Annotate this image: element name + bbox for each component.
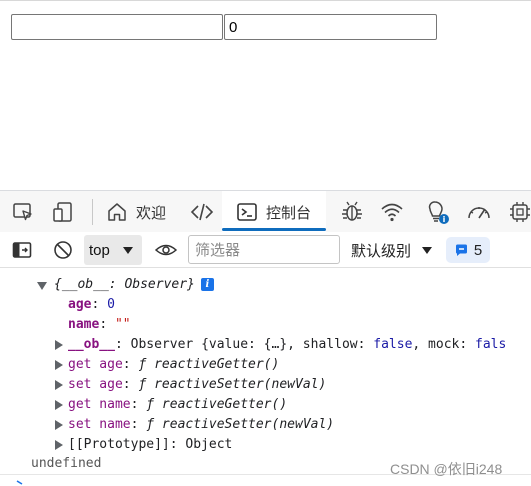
accessor-function: ƒ reactiveGetter() (138, 357, 280, 372)
gauge-icon[interactable] (466, 200, 492, 224)
accessor-kind: set name (68, 417, 131, 432)
page-content (0, 0, 531, 190)
console-output: {__ob__: Observer} i age: 0 name: "" __ob… (0, 268, 531, 486)
result-undefined: undefined (31, 456, 102, 471)
clear-console-icon[interactable] (53, 240, 73, 260)
expand-triangle-open[interactable] (37, 282, 47, 290)
tab-elements[interactable] (190, 191, 214, 233)
accessor-function: ƒ reactiveSetter(newVal) (138, 377, 327, 392)
prompt-chevron-icon (16, 480, 23, 485)
object-header-row[interactable]: {__ob__: Observer} i (54, 275, 214, 295)
ob-mock-value: fals (475, 337, 507, 352)
code-brackets-icon (190, 203, 214, 221)
number-input-2[interactable] (224, 14, 437, 40)
issues-counter-button[interactable]: 5 (446, 237, 490, 263)
property-value: 0 (107, 297, 115, 312)
expand-triangle-closed[interactable] (55, 400, 63, 410)
tab-console[interactable]: 控制台 (222, 191, 326, 233)
context-selector-value: top (89, 241, 110, 259)
tab-welcome-label: 欢迎 (136, 204, 167, 222)
sidebar-toggle-icon[interactable] (12, 240, 32, 260)
bug-icon[interactable] (340, 200, 364, 224)
inspect-element-icon[interactable] (12, 201, 34, 223)
ob-mock-label: , mock: (412, 337, 476, 352)
ob-shallow-value: false (373, 337, 413, 352)
issues-count: 5 (473, 241, 483, 259)
accessor-function: ƒ reactiveSetter(newVal) (146, 417, 335, 432)
accessor-kind: get name (68, 397, 131, 412)
filter-placeholder: 筛选器 (195, 242, 241, 259)
property-value: "" (114, 317, 131, 332)
accessor-kind: get age (68, 357, 123, 372)
property-row-name: name: "" (68, 317, 131, 332)
prototype-row[interactable]: [[Prototype]]: Object (68, 435, 232, 455)
expand-triangle-closed[interactable] (55, 380, 63, 390)
message-bubble-icon (455, 244, 467, 256)
device-emulation-icon[interactable] (52, 201, 74, 223)
context-selector[interactable]: top (84, 235, 142, 265)
toolbar-divider (92, 199, 93, 225)
property-key: name (68, 317, 100, 332)
eye-live-expression-icon[interactable] (155, 240, 177, 260)
filter-input[interactable]: 筛选器 (188, 235, 340, 264)
expand-triangle-closed[interactable] (55, 440, 63, 450)
ob-value-prefix: Observer {value: {…}, shallow: (130, 337, 374, 352)
expand-triangle-closed[interactable] (55, 340, 63, 350)
console-icon (237, 203, 257, 221)
tab-console-label: 控制台 (266, 204, 312, 222)
prototype-key: [[Prototype]] (68, 437, 170, 452)
tab-welcome[interactable]: 欢迎 (106, 191, 166, 233)
active-tab-indicator (222, 228, 326, 231)
console-toolbar: top 筛选器 默认级别 5 (0, 232, 531, 268)
ob-row[interactable]: __ob__: Observer {value: {…}, shallow: f… (68, 335, 506, 355)
chip-memory-icon[interactable] (508, 200, 531, 224)
devtools-tab-bar: 欢迎 控制台 i (0, 190, 531, 233)
svg-text:i: i (443, 215, 446, 224)
accessor-row[interactable]: get age: ƒ reactiveGetter() (68, 355, 279, 375)
expand-triangle-closed[interactable] (55, 420, 63, 430)
property-row-age: age: 0 (68, 297, 115, 312)
caret-down-icon (122, 247, 133, 254)
property-key: __ob__ (68, 337, 115, 352)
watermark: CSDN @依旧i248 (390, 461, 503, 477)
accessor-kind: set age (68, 377, 123, 392)
info-icon[interactable]: i (200, 278, 214, 291)
accessor-function: ƒ reactiveGetter() (146, 397, 288, 412)
log-levels-dropdown[interactable]: 默认级别 (351, 235, 433, 265)
caret-down-icon (422, 247, 433, 254)
accessor-row[interactable]: set age: ƒ reactiveSetter(newVal) (68, 375, 326, 395)
text-input-1[interactable] (11, 14, 223, 40)
property-key: age (68, 297, 92, 312)
accessor-row[interactable]: get name: ƒ reactiveGetter() (68, 395, 287, 415)
object-header-text: {__ob__: Observer} (54, 277, 195, 292)
log-levels-label: 默认级别 (351, 242, 412, 260)
accessor-row[interactable]: set name: ƒ reactiveSetter(newVal) (68, 415, 334, 435)
prototype-value: Object (185, 437, 233, 452)
top-border (0, 0, 531, 1)
lightbulb-performance-icon[interactable]: i (424, 199, 450, 225)
expand-triangle-closed[interactable] (55, 360, 63, 370)
home-icon (108, 203, 126, 221)
network-wifi-icon[interactable] (380, 200, 404, 224)
